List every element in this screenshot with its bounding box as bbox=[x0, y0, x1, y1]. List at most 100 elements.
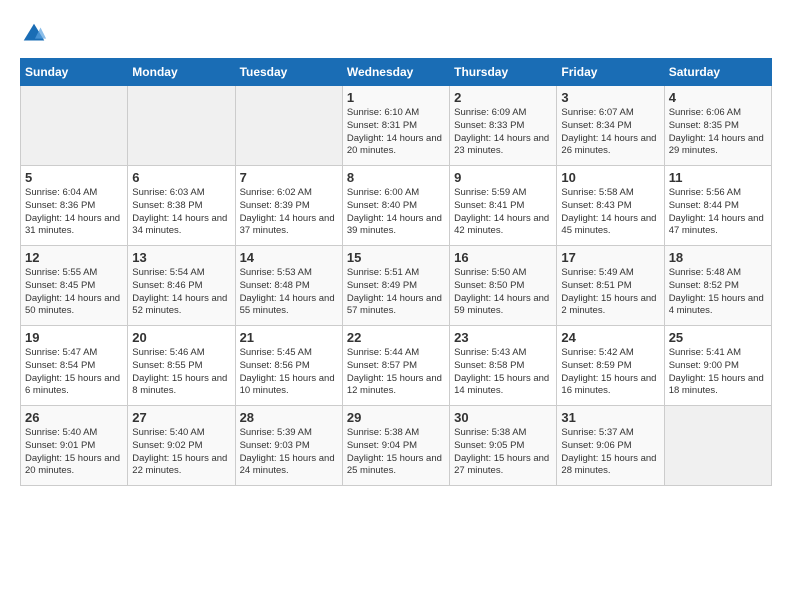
week-row-1: 1 Sunrise: 6:10 AM Sunset: 8:31 PM Daylig… bbox=[21, 86, 772, 166]
day-cell: 3 Sunrise: 6:07 AM Sunset: 8:34 PM Daylig… bbox=[557, 86, 664, 166]
day-number: 2 bbox=[454, 90, 552, 105]
day-cell: 7 Sunrise: 6:02 AM Sunset: 8:39 PM Daylig… bbox=[235, 166, 342, 246]
day-number: 5 bbox=[25, 170, 123, 185]
week-row-2: 5 Sunrise: 6:04 AM Sunset: 8:36 PM Daylig… bbox=[21, 166, 772, 246]
day-number: 17 bbox=[561, 250, 659, 265]
day-cell: 21 Sunrise: 5:45 AM Sunset: 8:56 PM Dayli… bbox=[235, 326, 342, 406]
day-number: 19 bbox=[25, 330, 123, 345]
day-cell: 26 Sunrise: 5:40 AM Sunset: 9:01 PM Dayli… bbox=[21, 406, 128, 486]
day-info: Sunrise: 6:04 AM Sunset: 8:36 PM Dayligh… bbox=[25, 187, 123, 238]
day-info: Sunrise: 5:47 AM Sunset: 8:54 PM Dayligh… bbox=[25, 347, 123, 398]
day-info: Sunrise: 5:51 AM Sunset: 8:49 PM Dayligh… bbox=[347, 267, 445, 318]
day-number: 20 bbox=[132, 330, 230, 345]
day-number: 9 bbox=[454, 170, 552, 185]
day-cell: 2Sunrise: 6:09 AM Sunset: 8:33 PM Daylig… bbox=[450, 86, 557, 166]
day-info: Sunrise: 6:02 AM Sunset: 8:39 PM Dayligh… bbox=[240, 187, 338, 238]
day-cell: 18Sunrise: 5:48 AM Sunset: 8:52 PM Dayli… bbox=[664, 246, 771, 326]
day-info: Sunrise: 6:03 AM Sunset: 8:38 PM Dayligh… bbox=[132, 187, 230, 238]
day-info: Sunrise: 5:50 AM Sunset: 8:50 PM Dayligh… bbox=[454, 267, 552, 318]
day-cell: 12 Sunrise: 5:55 AM Sunset: 8:45 PM Dayli… bbox=[21, 246, 128, 326]
day-cell bbox=[21, 86, 128, 166]
day-info: Sunrise: 5:40 AM Sunset: 9:02 PM Dayligh… bbox=[132, 427, 230, 478]
day-cell: 5 Sunrise: 6:04 AM Sunset: 8:36 PM Daylig… bbox=[21, 166, 128, 246]
day-cell: 25 Sunrise: 5:41 AM Sunset: 9:00 PM Dayli… bbox=[664, 326, 771, 406]
day-cell: 31 Sunrise: 5:37 AM Sunset: 9:06 PM Dayli… bbox=[557, 406, 664, 486]
day-cell: 10 Sunrise: 5:58 AM Sunset: 8:43 PM Dayli… bbox=[557, 166, 664, 246]
day-info: Sunrise: 5:38 AM Sunset: 9:05 PM Dayligh… bbox=[454, 427, 552, 478]
day-info: Sunrise: 5:56 AM Sunset: 8:44 PM Dayligh… bbox=[669, 187, 767, 238]
day-cell: 30 Sunrise: 5:38 AM Sunset: 9:05 PM Dayli… bbox=[450, 406, 557, 486]
col-header-monday: Monday bbox=[128, 59, 235, 86]
day-cell: 13 Sunrise: 5:54 AM Sunset: 8:46 PM Dayli… bbox=[128, 246, 235, 326]
week-row-5: 26 Sunrise: 5:40 AM Sunset: 9:01 PM Dayli… bbox=[21, 406, 772, 486]
col-header-sunday: Sunday bbox=[21, 59, 128, 86]
day-number: 30 bbox=[454, 410, 552, 425]
day-info: Sunrise: 5:43 AM Sunset: 8:58 PM Dayligh… bbox=[454, 347, 552, 398]
day-number: 21 bbox=[240, 330, 338, 345]
day-info: Sunrise: 5:49 AM Sunset: 8:51 PM Dayligh… bbox=[561, 267, 659, 318]
day-cell: 6 Sunrise: 6:03 AM Sunset: 8:38 PM Daylig… bbox=[128, 166, 235, 246]
day-cell: 19 Sunrise: 5:47 AM Sunset: 8:54 PM Dayli… bbox=[21, 326, 128, 406]
day-cell: 28Sunrise: 5:39 AM Sunset: 9:03 PM Dayli… bbox=[235, 406, 342, 486]
day-info: Sunrise: 5:53 AM Sunset: 8:48 PM Dayligh… bbox=[240, 267, 338, 318]
day-info: Sunrise: 5:59 AM Sunset: 8:41 PM Dayligh… bbox=[454, 187, 552, 238]
day-number: 1 bbox=[347, 90, 445, 105]
day-cell bbox=[128, 86, 235, 166]
col-header-thursday: Thursday bbox=[450, 59, 557, 86]
col-header-saturday: Saturday bbox=[664, 59, 771, 86]
day-number: 10 bbox=[561, 170, 659, 185]
day-info: Sunrise: 5:46 AM Sunset: 8:55 PM Dayligh… bbox=[132, 347, 230, 398]
day-cell: 15 Sunrise: 5:51 AM Sunset: 8:49 PM Dayli… bbox=[342, 246, 449, 326]
day-cell bbox=[664, 406, 771, 486]
day-number: 26 bbox=[25, 410, 123, 425]
day-number: 14 bbox=[240, 250, 338, 265]
calendar-table: SundayMondayTuesdayWednesdayThursdayFrid… bbox=[20, 58, 772, 486]
logo-icon bbox=[20, 20, 48, 48]
col-header-tuesday: Tuesday bbox=[235, 59, 342, 86]
day-cell: 1 Sunrise: 6:10 AM Sunset: 8:31 PM Daylig… bbox=[342, 86, 449, 166]
day-cell: 9 Sunrise: 5:59 AM Sunset: 8:41 PM Daylig… bbox=[450, 166, 557, 246]
day-cell: 8Sunrise: 6:00 AM Sunset: 8:40 PM Daylig… bbox=[342, 166, 449, 246]
day-number: 18 bbox=[669, 250, 767, 265]
day-info: Sunrise: 5:45 AM Sunset: 8:56 PM Dayligh… bbox=[240, 347, 338, 398]
day-info: Sunrise: 5:44 AM Sunset: 8:57 PM Dayligh… bbox=[347, 347, 445, 398]
day-number: 16 bbox=[454, 250, 552, 265]
day-number: 11 bbox=[669, 170, 767, 185]
day-number: 4 bbox=[669, 90, 767, 105]
day-number: 22 bbox=[347, 330, 445, 345]
day-info: Sunrise: 5:55 AM Sunset: 8:45 PM Dayligh… bbox=[25, 267, 123, 318]
day-cell: 14 Sunrise: 5:53 AM Sunset: 8:48 PM Dayli… bbox=[235, 246, 342, 326]
day-number: 13 bbox=[132, 250, 230, 265]
day-number: 31 bbox=[561, 410, 659, 425]
day-number: 15 bbox=[347, 250, 445, 265]
day-number: 3 bbox=[561, 90, 659, 105]
col-header-wednesday: Wednesday bbox=[342, 59, 449, 86]
day-info: Sunrise: 5:38 AM Sunset: 9:04 PM Dayligh… bbox=[347, 427, 445, 478]
day-info: Sunrise: 5:39 AM Sunset: 9:03 PM Dayligh… bbox=[240, 427, 338, 478]
day-info: Sunrise: 6:06 AM Sunset: 8:35 PM Dayligh… bbox=[669, 107, 767, 158]
day-number: 25 bbox=[669, 330, 767, 345]
day-info: Sunrise: 5:41 AM Sunset: 9:00 PM Dayligh… bbox=[669, 347, 767, 398]
day-number: 7 bbox=[240, 170, 338, 185]
day-cell: 16 Sunrise: 5:50 AM Sunset: 8:50 PM Dayli… bbox=[450, 246, 557, 326]
day-info: Sunrise: 6:07 AM Sunset: 8:34 PM Dayligh… bbox=[561, 107, 659, 158]
day-number: 29 bbox=[347, 410, 445, 425]
day-info: Sunrise: 5:40 AM Sunset: 9:01 PM Dayligh… bbox=[25, 427, 123, 478]
day-cell: 17 Sunrise: 5:49 AM Sunset: 8:51 PM Dayli… bbox=[557, 246, 664, 326]
header-row: SundayMondayTuesdayWednesdayThursdayFrid… bbox=[21, 59, 772, 86]
day-info: Sunrise: 5:58 AM Sunset: 8:43 PM Dayligh… bbox=[561, 187, 659, 238]
day-cell bbox=[235, 86, 342, 166]
day-info: Sunrise: 5:42 AM Sunset: 8:59 PM Dayligh… bbox=[561, 347, 659, 398]
day-cell: 20 Sunrise: 5:46 AM Sunset: 8:55 PM Dayli… bbox=[128, 326, 235, 406]
day-cell: 22 Sunrise: 5:44 AM Sunset: 8:57 PM Dayli… bbox=[342, 326, 449, 406]
week-row-3: 12 Sunrise: 5:55 AM Sunset: 8:45 PM Dayli… bbox=[21, 246, 772, 326]
day-cell: 27Sunrise: 5:40 AM Sunset: 9:02 PM Dayli… bbox=[128, 406, 235, 486]
day-number: 24 bbox=[561, 330, 659, 345]
day-number: 12 bbox=[25, 250, 123, 265]
day-cell: 11 Sunrise: 5:56 AM Sunset: 8:44 PM Dayli… bbox=[664, 166, 771, 246]
day-info: Sunrise: 6:10 AM Sunset: 8:31 PM Dayligh… bbox=[347, 107, 445, 158]
day-number: 6 bbox=[132, 170, 230, 185]
day-info: Sunrise: 6:00 AM Sunset: 8:40 PM Dayligh… bbox=[347, 187, 445, 238]
day-info: Sunrise: 5:37 AM Sunset: 9:06 PM Dayligh… bbox=[561, 427, 659, 478]
day-info: Sunrise: 5:54 AM Sunset: 8:46 PM Dayligh… bbox=[132, 267, 230, 318]
